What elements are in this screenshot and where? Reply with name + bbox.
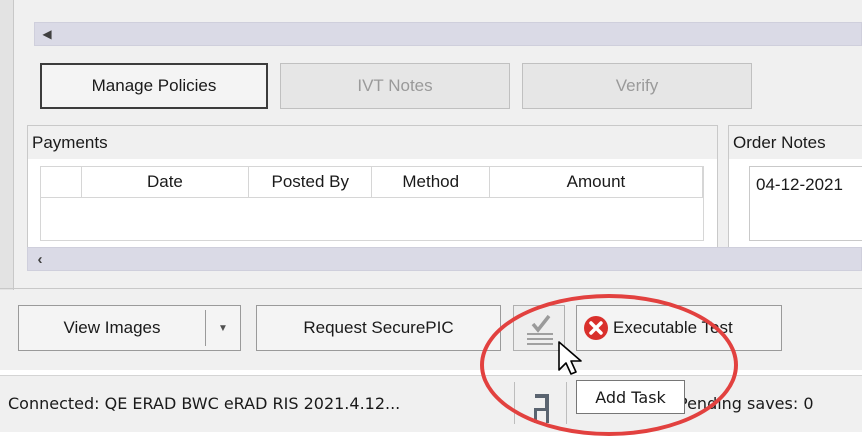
request-securepic-label: Request SecurePIC bbox=[303, 318, 454, 337]
request-securepic-button[interactable]: Request SecurePIC bbox=[256, 305, 501, 351]
ivt-notes-button[interactable]: IVT Notes bbox=[280, 63, 510, 109]
verify-button[interactable]: Verify bbox=[522, 63, 752, 109]
triangle-left-icon[interactable]: ◀ bbox=[35, 23, 59, 45]
bottom-horizontal-scrollbar[interactable]: ‹ bbox=[27, 247, 862, 271]
manage-policies-label: Manage Policies bbox=[91, 76, 217, 95]
order-notes-title: Order Notes bbox=[729, 126, 862, 159]
order-notes-textarea[interactable]: 04-12-2021 bbox=[749, 166, 862, 241]
view-images-split-button[interactable]: View Images ▼ bbox=[18, 305, 241, 351]
payments-title: Payments bbox=[28, 126, 717, 159]
payments-grid[interactable]: Date Posted By Method Amount bbox=[40, 166, 704, 241]
posted-by-column-header[interactable]: Posted By bbox=[249, 167, 373, 197]
date-column-header[interactable]: Date bbox=[82, 167, 250, 197]
annotation-ellipse bbox=[480, 294, 738, 436]
payments-panel: Payments Date Posted By Method Amount bbox=[27, 125, 718, 248]
order-notes-panel: Order Notes 04-12-2021 bbox=[728, 125, 862, 248]
caret-down-icon[interactable]: ▼ bbox=[206, 323, 240, 334]
window-left-border bbox=[0, 0, 14, 290]
toolbar-divider bbox=[0, 288, 862, 289]
method-column-header[interactable]: Method bbox=[372, 167, 490, 197]
verify-label: Verify bbox=[615, 76, 659, 95]
connection-status: Connected: QE ERAD BWC eRAD RIS 2021.4.1… bbox=[8, 394, 401, 413]
chevron-left-icon[interactable]: ‹ bbox=[28, 248, 52, 270]
order-notes-text: 04-12-2021 bbox=[756, 175, 843, 194]
amount-column-header[interactable]: Amount bbox=[490, 167, 703, 197]
manage-policies-button[interactable]: Manage Policies bbox=[40, 63, 268, 109]
row-selector-header bbox=[41, 167, 82, 197]
view-images-label: View Images bbox=[63, 318, 161, 337]
payments-grid-header: Date Posted By Method Amount bbox=[41, 167, 703, 198]
top-horizontal-scrollbar[interactable]: ◀ bbox=[34, 22, 862, 46]
ivt-notes-label: IVT Notes bbox=[357, 76, 433, 95]
